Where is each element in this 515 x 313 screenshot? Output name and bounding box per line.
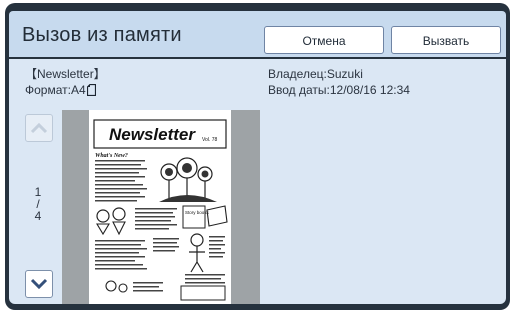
format-label: Формат:A4 xyxy=(25,83,86,97)
document-date: Ввод даты:12/08/16 12:34 xyxy=(268,83,410,97)
page-down-button[interactable] xyxy=(25,270,53,298)
document-format: Формат:A4 xyxy=(25,82,96,98)
document-name: 【Newsletter】 xyxy=(25,67,106,81)
newsletter-page-image: Newsletter Vol. 78 What's New? Story boo… xyxy=(89,110,231,304)
chevron-up-icon xyxy=(30,122,48,134)
document-owner: Владелец:Suzuki xyxy=(268,67,363,81)
total-pages: 4 xyxy=(34,209,42,223)
portrait-paper-icon xyxy=(86,84,96,96)
storybook-label: Story books xyxy=(185,210,210,215)
issue-text: Vol. 78 xyxy=(202,137,218,143)
page-counter: 1 / 4 xyxy=(28,186,48,222)
document-thumbnail: Newsletter Vol. 78 What's New? Story boo… xyxy=(89,110,231,304)
headline-text: Newsletter xyxy=(109,125,196,144)
chevron-down-icon xyxy=(30,278,48,290)
cancel-button[interactable]: Отмена xyxy=(264,26,384,54)
subhead-text: What's New? xyxy=(95,153,128,159)
page-up-button[interactable] xyxy=(25,114,53,142)
dialog-title: Вызов из памяти xyxy=(22,24,182,46)
call-button[interactable]: Вызвать xyxy=(391,26,501,54)
